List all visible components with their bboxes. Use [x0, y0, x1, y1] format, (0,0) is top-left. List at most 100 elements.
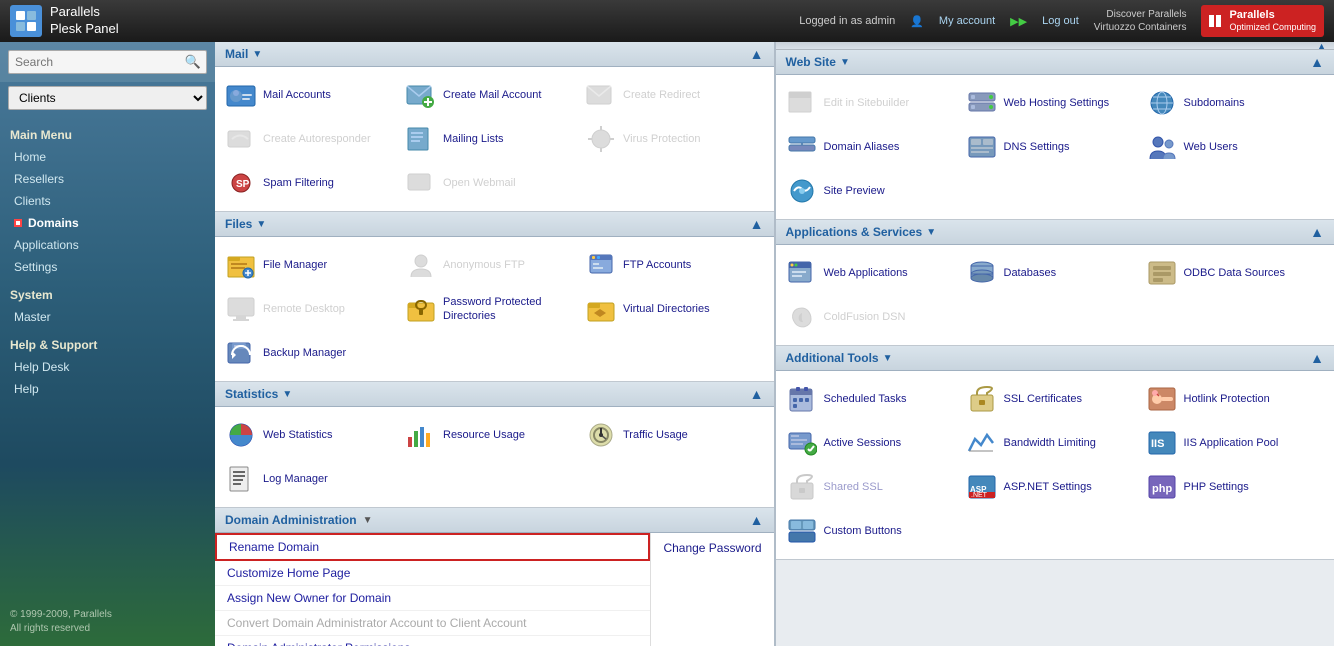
autoresponder-label: Create Autoresponder — [263, 132, 371, 146]
domain-aliases-item[interactable]: Domain Aliases — [776, 125, 956, 169]
hotlink-item[interactable]: Hotlink Protection — [1136, 377, 1316, 421]
arrow-right-icon: ▶▶ — [1010, 15, 1027, 28]
statistics-section-title: Statistics ▼ — [225, 387, 292, 401]
sidebar-item-domains[interactable]: Domains — [0, 212, 215, 234]
spam-filtering-item[interactable]: SP Spam Filtering — [215, 161, 395, 205]
mailing-lists-item[interactable]: Mailing Lists — [395, 117, 575, 161]
ssl-certs-item[interactable]: SSL Certificates — [956, 377, 1136, 421]
assign-new-owner-item[interactable]: Assign New Owner for Domain — [215, 586, 650, 611]
mail-collapse-btn[interactable]: ▲ — [750, 47, 764, 61]
web-hosting-item[interactable]: Web Hosting Settings — [956, 81, 1136, 125]
domain-admin-collapse-btn[interactable]: ▲ — [750, 513, 764, 527]
file-manager-item[interactable]: File Manager — [215, 243, 395, 287]
virus-label: Virus Protection — [623, 132, 700, 146]
backup-manager-item[interactable]: Backup Manager — [215, 331, 395, 375]
web-users-icon — [1146, 131, 1178, 163]
statistics-section-header[interactable]: Statistics ▼ ▲ — [215, 382, 774, 407]
logo: Parallels Plesk Panel — [10, 4, 119, 38]
scroll-up-icon[interactable]: ▲ — [1317, 42, 1326, 51]
sidebar-item-resellers[interactable]: Resellers — [0, 168, 215, 190]
web-apps-item[interactable]: Web Applications — [776, 251, 956, 295]
autoresponder-icon — [225, 123, 257, 155]
web-site-section-header[interactable]: Web Site ▼ ▲ — [776, 50, 1334, 75]
svg-text:SP: SP — [236, 179, 250, 190]
web-statistics-item[interactable]: Web Statistics — [215, 413, 395, 457]
dns-settings-item[interactable]: DNS Settings — [956, 125, 1136, 169]
sidebar-item-home[interactable]: Home — [0, 146, 215, 168]
bandwidth-item[interactable]: Bandwidth Limiting — [956, 421, 1136, 465]
custom-buttons-item[interactable]: Custom Buttons — [776, 509, 956, 553]
main-layout: 🔍 Clients Main Menu Home Resellers Clien… — [0, 42, 1334, 646]
additional-collapse-btn[interactable]: ▲ — [1310, 351, 1324, 365]
mail-accounts-item[interactable]: Mail Accounts — [215, 73, 395, 117]
active-sessions-item[interactable]: Active Sessions — [776, 421, 956, 465]
web-apps-label: Web Applications — [824, 266, 908, 280]
web-stats-label: Web Statistics — [263, 428, 333, 442]
php-settings-item[interactable]: php PHP Settings — [1136, 465, 1316, 509]
domain-admin-header[interactable]: Domain Administration ▼ ▲ — [215, 508, 774, 533]
rename-domain-item[interactable]: Rename Domain — [215, 533, 650, 561]
sidebar-search-area: 🔍 — [0, 42, 215, 82]
client-selector[interactable]: Clients — [8, 86, 207, 110]
password-dir-item[interactable]: Password Protected Directories — [395, 287, 575, 331]
hotlink-icon — [1146, 383, 1178, 415]
apps-section-header[interactable]: Applications & Services ▼ ▲ — [776, 220, 1334, 245]
dns-settings-icon — [966, 131, 998, 163]
coldfusion-icon — [786, 301, 818, 333]
log-out-link[interactable]: Log out — [1042, 15, 1079, 27]
my-account-link[interactable]: My account — [939, 15, 995, 27]
additional-tools-header[interactable]: Additional Tools ▼ ▲ — [776, 346, 1334, 371]
iis-item[interactable]: IIS IIS Application Pool — [1136, 421, 1316, 465]
mail-accounts-label: Mail Accounts — [263, 88, 331, 102]
search-icon: 🔍 — [185, 54, 201, 70]
site-preview-item[interactable]: Site Preview — [776, 169, 956, 213]
mail-section-header[interactable]: Mail ▼ ▲ — [215, 42, 774, 67]
user-icon: 👤 — [910, 15, 924, 28]
parallels-badge-text: ParallelsOptimized Computing — [1229, 9, 1316, 33]
ftp-accounts-label: FTP Accounts — [623, 258, 691, 272]
traffic-usage-item[interactable]: Traffic Usage — [575, 413, 755, 457]
sidebar-item-helpdesk[interactable]: Help Desk — [0, 356, 215, 378]
files-collapse-btn[interactable]: ▲ — [750, 217, 764, 231]
apps-section-items: Web Applications — [776, 245, 1334, 346]
subdomains-item[interactable]: Subdomains — [1136, 81, 1316, 125]
apps-section-title: Applications & Services ▼ — [786, 225, 937, 239]
sidebar-item-settings[interactable]: Settings — [0, 256, 215, 278]
virtual-dir-item[interactable]: Virtual Directories — [575, 287, 755, 331]
scheduled-icon — [786, 383, 818, 415]
domain-admin-dropdown-icon: ▼ — [363, 515, 373, 526]
ftp-accounts-item[interactable]: FTP Accounts — [575, 243, 755, 287]
sidebar-item-applications[interactable]: Applications — [0, 234, 215, 256]
stats-collapse-btn[interactable]: ▲ — [750, 387, 764, 401]
website-collapse-btn[interactable]: ▲ — [1310, 55, 1324, 69]
change-password-item[interactable]: Change Password — [651, 533, 773, 646]
search-input[interactable] — [8, 50, 207, 74]
help-label: Help & Support — [0, 328, 215, 356]
dns-settings-label: DNS Settings — [1004, 140, 1070, 154]
remote-desktop-item: Remote Desktop — [215, 287, 395, 331]
files-section-header[interactable]: Files ▼ ▲ — [215, 212, 774, 237]
log-manager-item[interactable]: Log Manager — [215, 457, 395, 501]
sidebar-item-clients[interactable]: Clients — [0, 190, 215, 212]
backup-manager-label: Backup Manager — [263, 346, 346, 360]
scheduled-tasks-item[interactable]: Scheduled Tasks — [776, 377, 956, 421]
sidebar-item-help[interactable]: Help — [0, 378, 215, 400]
web-users-item[interactable]: Web Users — [1136, 125, 1316, 169]
customize-homepage-item[interactable]: Customize Home Page — [215, 561, 650, 586]
topbar: Parallels Plesk Panel Logged in as admin… — [0, 0, 1334, 42]
databases-item[interactable]: Databases — [956, 251, 1136, 295]
bandwidth-icon — [966, 427, 998, 459]
resource-usage-item[interactable]: Resource Usage — [395, 413, 575, 457]
domain-admin-permissions-item[interactable]: Domain Administrator Permissions — [215, 636, 650, 646]
scheduled-label: Scheduled Tasks — [824, 392, 907, 406]
aspnet-item[interactable]: ASP .NET ASP.NET Settings — [956, 465, 1136, 509]
sidebar-item-label: Clients — [14, 194, 51, 208]
create-mail-item[interactable]: Create Mail Account — [395, 73, 575, 117]
mail-accounts-icon — [225, 79, 257, 111]
odbc-item[interactable]: ODBC Data Sources — [1136, 251, 1316, 295]
sidebar-select-area: Clients — [0, 82, 215, 118]
files-arrow-icon: ▼ — [256, 219, 266, 230]
apps-collapse-btn[interactable]: ▲ — [1310, 225, 1324, 239]
sidebar-item-master[interactable]: Master — [0, 306, 215, 328]
ssl-label: SSL Certificates — [1004, 392, 1082, 406]
